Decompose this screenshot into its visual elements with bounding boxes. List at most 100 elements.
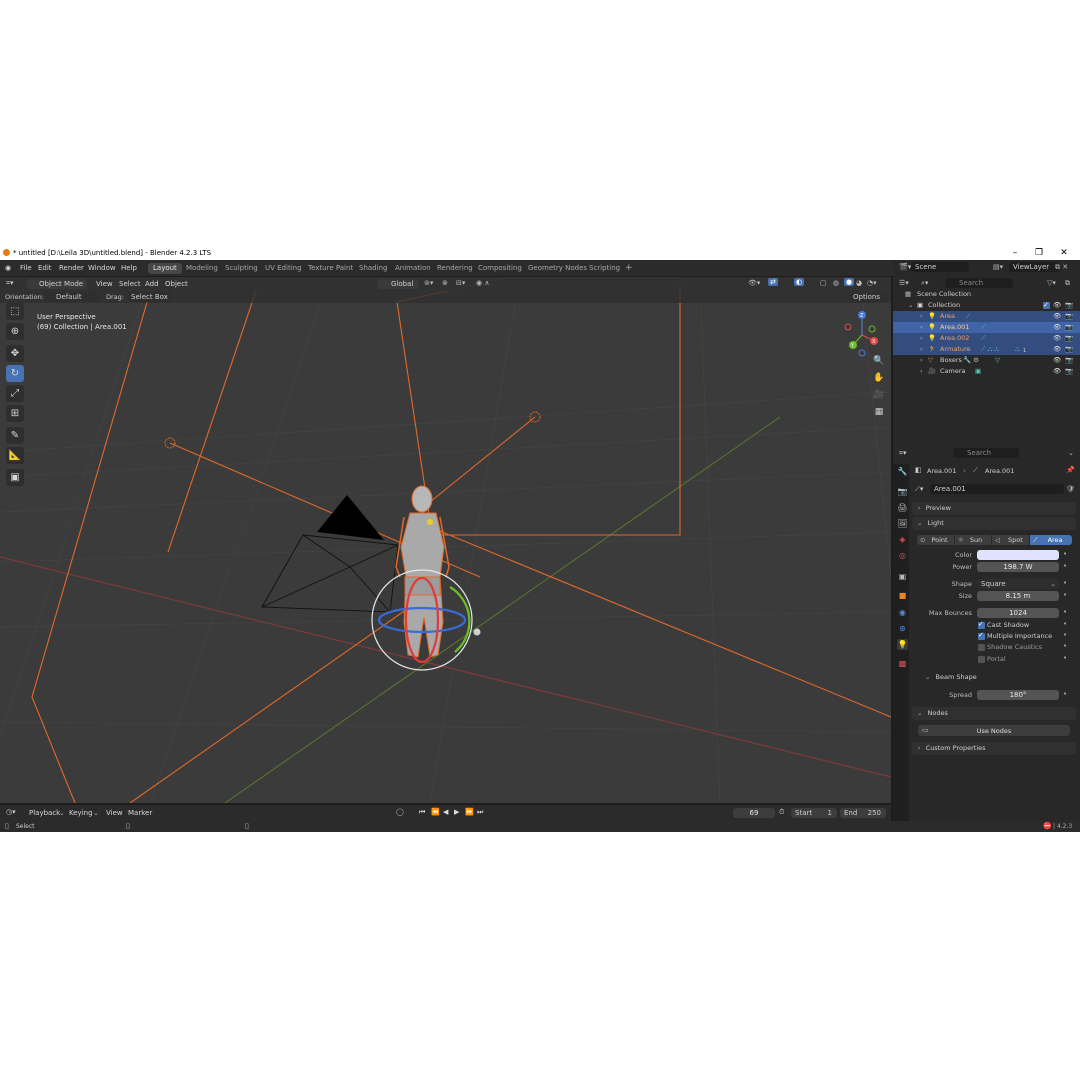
new-collection-icon[interactable]: ⧉ <box>1065 279 1070 288</box>
play-reverse-icon[interactable]: ◀ <box>443 808 448 816</box>
outliner-item-area[interactable]: › 💡 Area ⟋ 👁 📷 <box>893 311 1080 322</box>
eye-icon[interactable]: 👁 <box>1053 366 1061 377</box>
tab-texture-paint[interactable]: Texture Paint <box>303 263 358 274</box>
camera-view-icon[interactable]: 🎥 <box>873 389 885 401</box>
transform-tool-icon[interactable]: ⊞ <box>6 405 24 422</box>
pivot-icon[interactable]: ⊚▾ <box>424 279 433 287</box>
menu-file[interactable]: File <box>20 264 32 272</box>
navigation-gizmo[interactable]: Z X Y <box>838 307 888 357</box>
light-type-spot[interactable]: ◁ Spot <box>992 535 1029 545</box>
snap-target-icon[interactable]: ⊟▾ <box>456 279 465 287</box>
cursor-tool-icon[interactable]: ⊕ <box>6 323 24 340</box>
tool-tab-icon[interactable]: 🔧 <box>897 466 908 477</box>
add-cube-tool-icon[interactable]: ▣ <box>6 469 24 486</box>
menu-help[interactable]: Help <box>121 264 137 272</box>
datablock-browse-icon[interactable]: ⟋▾ <box>915 485 923 494</box>
object-tab-icon[interactable]: ■ <box>897 590 908 601</box>
jump-start-icon[interactable]: ⏮ <box>419 808 425 817</box>
outliner-item-camera[interactable]: › 🎥 Camera ▣ 👁 📷 <box>893 366 1080 377</box>
keyframe-dot-icon[interactable]: • <box>1063 654 1067 662</box>
tab-shading[interactable]: Shading <box>354 263 392 274</box>
tab-rendering[interactable]: Rendering <box>432 263 478 274</box>
keyframe-dot-icon[interactable]: • <box>1063 620 1067 628</box>
timeline-menu-marker[interactable]: Marker <box>128 809 152 817</box>
tab-uv-editing[interactable]: UV Editing <box>260 263 307 274</box>
light-type-sun[interactable]: ☼ Sun <box>955 535 991 545</box>
view-layer-tab-icon[interactable]: 🖼 <box>897 518 908 529</box>
chevron-right-icon[interactable]: › <box>920 366 923 377</box>
keyframe-dot-icon[interactable]: • <box>1063 591 1067 599</box>
scale-tool-icon[interactable]: ⤢ <box>6 385 24 402</box>
tab-layout[interactable]: Layout <box>148 263 182 274</box>
xray-icon[interactable]: ▢ <box>820 279 827 287</box>
datablock-name-field[interactable]: Area.001 <box>930 484 1064 494</box>
menu-window[interactable]: Window <box>88 264 116 272</box>
panel-preview[interactable]: › Preview <box>912 502 1076 515</box>
panel-light[interactable]: ⌄ Light <box>912 517 1076 530</box>
move-tool-icon[interactable]: ✥ <box>6 345 24 362</box>
jump-keyframe-back-icon[interactable]: ⏪ <box>431 808 440 816</box>
outliner-item-area-002[interactable]: › 💡 Area.002 ⟋ 👁 📷 <box>893 333 1080 344</box>
mode-dropdown[interactable]: Object Mode <box>27 279 87 289</box>
measure-tool-icon[interactable]: 📐 <box>6 447 24 464</box>
portal-checkbox[interactable] <box>978 656 985 663</box>
output-tab-icon[interactable]: 🖨 <box>897 502 908 513</box>
gizmo-toggle-icon[interactable]: ⇄ <box>768 278 778 286</box>
timeline-menu-keying[interactable]: Keying <box>69 809 93 817</box>
tab-modeling[interactable]: Modeling <box>181 263 223 274</box>
close-icon[interactable]: ✕ <box>1059 248 1069 258</box>
use-nodes-button[interactable]: ▭ Use Nodes <box>918 725 1070 736</box>
timeline-menu-view[interactable]: View <box>106 809 123 817</box>
eye-icon[interactable]: 👁 <box>1053 333 1061 344</box>
blender-menu-icon[interactable]: ◉ <box>5 264 11 272</box>
chevron-right-icon[interactable]: › <box>920 333 923 344</box>
render-camera-icon[interactable]: 📷 <box>1065 366 1073 377</box>
view-layer-icon[interactable]: ▤▾ <box>993 263 1003 271</box>
chevron-down-icon[interactable]: ⌄ <box>908 300 913 311</box>
outliner-item-boxers[interactable]: › ▽ Boxers 🔧 ⚙ ▽ 👁 📷 <box>893 355 1080 366</box>
multiple-importance-checkbox[interactable] <box>978 631 985 640</box>
light-color-swatch[interactable] <box>977 550 1059 560</box>
add-workspace-button[interactable]: + <box>620 263 638 274</box>
pan-hand-icon[interactable]: ✋ <box>873 372 885 384</box>
outliner-filter-icon[interactable]: ⌕▾ <box>921 279 928 288</box>
tab-animation[interactable]: Animation <box>390 263 436 274</box>
panel-beam-shape[interactable]: ⌄ Beam Shape <box>920 671 1076 684</box>
keyframe-dot-icon[interactable]: • <box>1063 690 1067 698</box>
proportional-edit-icon[interactable]: ◉ ∧ <box>476 279 489 287</box>
current-frame-field[interactable]: 69 <box>733 808 775 818</box>
max-bounces-field[interactable]: 1024 <box>977 608 1059 618</box>
menu-render[interactable]: Render <box>59 264 84 272</box>
outliner-scene-collection[interactable]: ▦ Scene Collection <box>893 289 1080 300</box>
start-frame-field[interactable]: Start 1 <box>791 808 837 818</box>
light-type-point[interactable]: ⊙ Point <box>917 535 954 545</box>
viewport-menu-add[interactable]: Add <box>145 280 159 288</box>
chevron-right-icon[interactable]: › <box>920 355 923 366</box>
overlay-toggle-icon[interactable]: ◐ <box>794 278 805 286</box>
outliner-display-icon[interactable]: ☰▾ <box>899 279 909 287</box>
scene-selector[interactable]: Scene <box>911 262 969 272</box>
constraints-tab-icon[interactable]: ⊛ <box>897 623 908 634</box>
light-data-tab-icon[interactable]: 💡 <box>897 639 908 650</box>
timeline-menu-playback[interactable]: Playback <box>29 809 60 817</box>
outliner-item-area-001[interactable]: › 💡 Area.001 ⟋ 👁 📷 <box>893 322 1080 333</box>
size-field[interactable]: 8.15 m <box>977 591 1059 601</box>
transform-orientation-dropdown[interactable]: Global <box>377 279 419 289</box>
material-shading-icon[interactable]: ◕ <box>856 279 862 287</box>
viewport-menu-object[interactable]: Object <box>165 280 188 288</box>
drag-dropdown[interactable]: Select Box <box>127 292 171 302</box>
outliner-collection[interactable]: ⌄ ▣ Collection 👁 📷 <box>893 300 1080 311</box>
eye-icon[interactable]: 👁 <box>1053 322 1061 333</box>
annotate-tool-icon[interactable]: ✎ <box>6 427 24 444</box>
collection-tab-icon[interactable]: ▣ <box>897 571 908 582</box>
render-camera-icon[interactable]: 📷 <box>1065 300 1073 311</box>
view-layer-selector[interactable]: ViewLayer <box>1009 262 1059 272</box>
new-view-layer-icon[interactable]: ⧉ ✕ <box>1055 263 1068 272</box>
scene-icon[interactable]: 🎬▾ <box>899 263 911 271</box>
viewport-menu-view[interactable]: View <box>96 280 113 288</box>
properties-editor-icon[interactable]: ⌗▾ <box>899 449 906 458</box>
shadow-caustics-checkbox[interactable] <box>978 644 985 651</box>
render-camera-icon[interactable]: 📷 <box>1065 355 1073 366</box>
power-field[interactable]: 198.7 W <box>977 562 1059 572</box>
editor-type-icon[interactable]: ⌗▾ <box>6 279 13 288</box>
